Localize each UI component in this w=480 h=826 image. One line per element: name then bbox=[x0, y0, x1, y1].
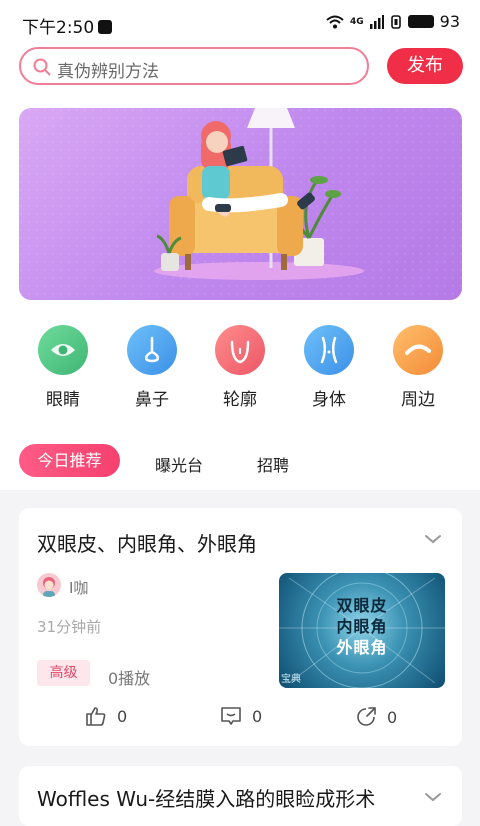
category-contour[interactable]: 轮廓 bbox=[210, 325, 270, 410]
category-nose[interactable]: 鼻子 bbox=[122, 325, 182, 410]
comment-count: 0 bbox=[252, 706, 263, 726]
comment-button[interactable]: 0 bbox=[220, 706, 262, 726]
category-label: 轮廓 bbox=[223, 390, 257, 410]
post-time: 31分钟前 bbox=[37, 618, 102, 636]
category-label: 鼻子 bbox=[135, 390, 169, 410]
vibrate-icon bbox=[390, 14, 401, 29]
category-body[interactable]: 身体 bbox=[299, 325, 359, 410]
publish-button[interactable]: 发布 bbox=[387, 48, 463, 84]
category-label: 周边 bbox=[401, 390, 435, 410]
notification-icon bbox=[98, 20, 113, 34]
thumbs-up-icon bbox=[86, 707, 106, 726]
share-icon bbox=[357, 707, 376, 726]
share-count: 0 bbox=[387, 707, 398, 727]
comment-icon bbox=[221, 707, 241, 725]
level-badge: 高级 bbox=[37, 660, 90, 686]
face-contour-icon bbox=[215, 325, 265, 375]
battery-icon bbox=[407, 15, 434, 28]
thumb-line: 内眼角 bbox=[336, 617, 388, 636]
chevron-down-icon[interactable] bbox=[424, 534, 442, 544]
promo-banner[interactable] bbox=[19, 108, 462, 300]
chevron-down-icon[interactable] bbox=[424, 792, 442, 802]
wifi-icon bbox=[326, 15, 344, 28]
search-icon bbox=[33, 58, 51, 76]
status-bar: 下午2:50 4G 93 bbox=[0, 0, 480, 44]
body-icon bbox=[304, 325, 354, 375]
network-label: 4G bbox=[349, 16, 364, 27]
author-name[interactable]: I咖 bbox=[69, 577, 88, 598]
play-count: 0播放 bbox=[108, 669, 151, 688]
category-eyes[interactable]: 眼睛 bbox=[33, 325, 93, 410]
battery-level: 93 bbox=[439, 12, 460, 31]
thumb-line: 双眼皮 bbox=[336, 596, 388, 615]
tab-exposure[interactable]: 曝光台 bbox=[155, 452, 203, 476]
post-card[interactable]: Woffles Wu-经结膜入路的眼睑成形术 bbox=[19, 766, 462, 826]
post-title: Woffles Wu-经结膜入路的眼睑成形术 bbox=[37, 787, 376, 811]
post-thumbnail[interactable]: 双眼皮 内眼角 外眼角 宝典 bbox=[279, 573, 445, 688]
eye-icon bbox=[38, 325, 88, 375]
nose-icon bbox=[127, 325, 177, 375]
post-card[interactable]: 双眼皮、内眼角、外眼角 I咖 31分钟前 高级 0播放 双眼皮 内眼角 外眼角 … bbox=[19, 508, 462, 746]
like-button[interactable]: 0 bbox=[85, 706, 127, 726]
header-area: 下午2:50 4G 93 真伪辨别方法 发布 眼睛 鼻子 轮廓 身体 周边 今日… bbox=[0, 0, 480, 490]
category-label: 眼睛 bbox=[46, 390, 80, 410]
signal-icon bbox=[369, 14, 384, 29]
search-input[interactable]: 真伪辨别方法 bbox=[19, 47, 369, 85]
tab-recruit[interactable]: 招聘 bbox=[257, 452, 289, 476]
status-time: 下午2:50 bbox=[22, 18, 95, 38]
thumb-line: 外眼角 bbox=[336, 638, 388, 657]
banner-illustration bbox=[19, 108, 462, 300]
search-placeholder: 真伪辨别方法 bbox=[57, 62, 159, 82]
category-label: 身体 bbox=[312, 390, 346, 410]
avatar[interactable] bbox=[37, 573, 61, 597]
eyebrow-icon bbox=[393, 325, 443, 375]
share-button[interactable]: 0 bbox=[355, 706, 397, 728]
thumb-corner-label: 宝典 bbox=[281, 674, 301, 685]
tab-today-recommend[interactable]: 今日推荐 bbox=[19, 444, 120, 477]
post-title: 双眼皮、内眼角、外眼角 bbox=[37, 532, 257, 556]
like-count: 0 bbox=[117, 706, 128, 726]
category-surroundings[interactable]: 周边 bbox=[388, 325, 448, 410]
